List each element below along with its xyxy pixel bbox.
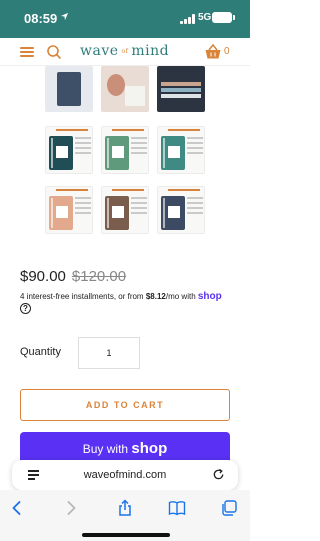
gallery-thumbnail[interactable] — [45, 126, 93, 174]
url-text[interactable]: waveofmind.com — [12, 469, 238, 481]
shop-logo: shop — [131, 439, 168, 457]
tabs-icon[interactable] — [220, 499, 238, 517]
current-price: $90.00 — [20, 268, 66, 285]
location-arrow-icon — [60, 12, 69, 21]
quantity-input[interactable] — [78, 337, 140, 369]
site-header: wave of mind 0 — [0, 38, 250, 66]
cart-count: 0 — [224, 46, 230, 57]
reload-icon[interactable] — [212, 468, 225, 481]
gallery-photo-2[interactable] — [101, 66, 149, 112]
logo-mind: mind — [131, 43, 170, 59]
original-price: $120.00 — [71, 268, 127, 285]
hamburger-menu-icon[interactable] — [20, 47, 34, 57]
browser-url-bar[interactable]: waveofmind.com — [12, 460, 238, 490]
forward-icon[interactable] — [62, 499, 80, 517]
gallery-photo-1[interactable] — [45, 66, 93, 112]
price-row: $90.00 $120.00 — [20, 268, 126, 288]
quantity-label: Quantity — [20, 346, 61, 358]
search-icon[interactable] — [46, 44, 62, 60]
shop-pay-logo: shop — [197, 291, 222, 302]
gallery-thumbnail[interactable] — [101, 126, 149, 174]
battery-icon — [212, 12, 235, 23]
installments-text: 4 interest-free installments, or from — [20, 292, 146, 301]
buy-with-label: Buy with — [82, 441, 132, 456]
network-type: 5G — [198, 12, 212, 23]
gallery-thumbnail[interactable] — [157, 186, 205, 234]
add-to-cart-button[interactable]: ADD TO CART — [20, 389, 230, 421]
bookmarks-icon[interactable] — [168, 499, 186, 517]
share-icon[interactable] — [116, 499, 134, 517]
help-icon[interactable]: ? — [20, 303, 31, 314]
installments-suffix: /mo with — [165, 292, 198, 301]
home-indicator — [82, 533, 170, 537]
gallery-thumbnail[interactable] — [45, 186, 93, 234]
gallery-thumbnail[interactable] — [101, 186, 149, 234]
installments-amount: $8.12 — [145, 292, 166, 301]
site-logo[interactable]: wave of mind — [80, 43, 169, 59]
cellular-signal-icon — [180, 14, 196, 24]
back-icon[interactable] — [8, 499, 26, 517]
logo-of: of — [121, 47, 129, 55]
gallery-photo-3[interactable] — [157, 66, 205, 112]
gallery-thumbnail[interactable] — [157, 126, 205, 174]
cart-basket-icon[interactable] — [204, 43, 222, 60]
status-bar: 08:59 5G — [0, 0, 250, 38]
installments-info: 4 interest-free installments, or from $8… — [20, 291, 240, 303]
status-time: 08:59 — [24, 11, 58, 26]
product-gallery — [45, 66, 205, 246]
logo-wave: wave — [80, 43, 119, 59]
